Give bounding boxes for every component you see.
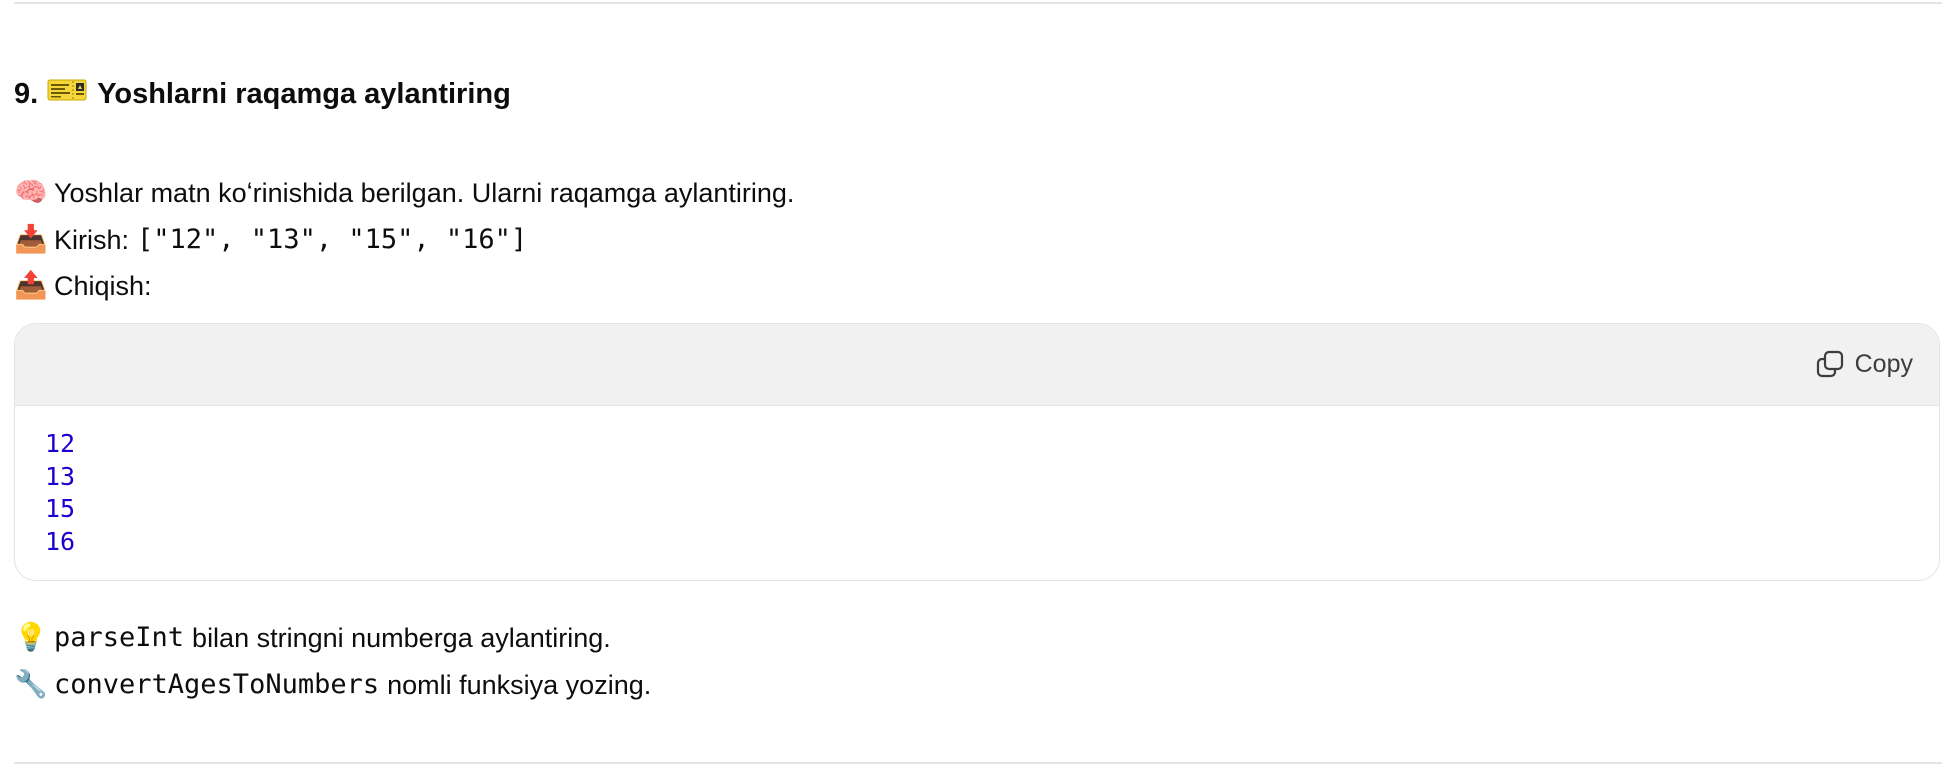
outbox-tray-icon: 📤 [14,270,48,301]
bottom-divider [14,762,1942,764]
code-line: 15 [45,494,76,523]
output-line: 📤 Chiqish: [14,266,152,306]
copy-button[interactable]: Copy [1815,346,1913,382]
code-body[interactable]: 12 13 15 16 [15,406,1939,580]
wrench-icon: 🔧 [14,669,48,700]
code-block-header: Copy [15,324,1939,406]
heading-number: 9. [14,78,39,110]
section-heading: 9. Yoshlarni raqamga aylantiring [14,74,511,114]
task-text: nomli funksiya yozing. [387,670,652,700]
task-line: 🔧 convertAgesToNumbers nomli funksiya yo… [14,665,651,705]
hint-text: bilan stringni numberga aylantiring. [192,623,611,653]
code-line: 12 [45,429,76,458]
inbox-tray-icon: 📥 [14,224,48,255]
description-line: 🧠 Yoshlar matn koʻrinishida berilgan. Ul… [14,173,794,213]
code-line: 13 [45,461,76,491]
copy-icon [1815,349,1845,379]
heading-title: Yoshlarni raqamga aylantiring [97,78,511,110]
task-code: convertAgesToNumbers [54,669,380,700]
light-bulb-icon: 💡 [14,622,48,653]
top-divider [14,2,1942,4]
brain-icon: 🧠 [14,177,48,208]
copy-label: Copy [1854,349,1913,378]
description-text: Yoshlar matn koʻrinishida berilgan. Ular… [54,178,795,208]
input-value: ["12", "13", "15", "16"] [137,224,528,255]
input-label: Kirish: [54,225,130,255]
code-block: Copy 12 13 15 16 [14,323,1940,581]
code-line: 16 [45,526,76,556]
hint-code: parseInt [54,622,185,653]
output-label: Chiqish: [54,271,152,301]
input-line: 📥 Kirish: ["12", "13", "15", "16"] [14,220,527,260]
ticket-icon [47,74,87,114]
hint-line: 💡 parseInt bilan stringni numberga aylan… [14,618,611,658]
